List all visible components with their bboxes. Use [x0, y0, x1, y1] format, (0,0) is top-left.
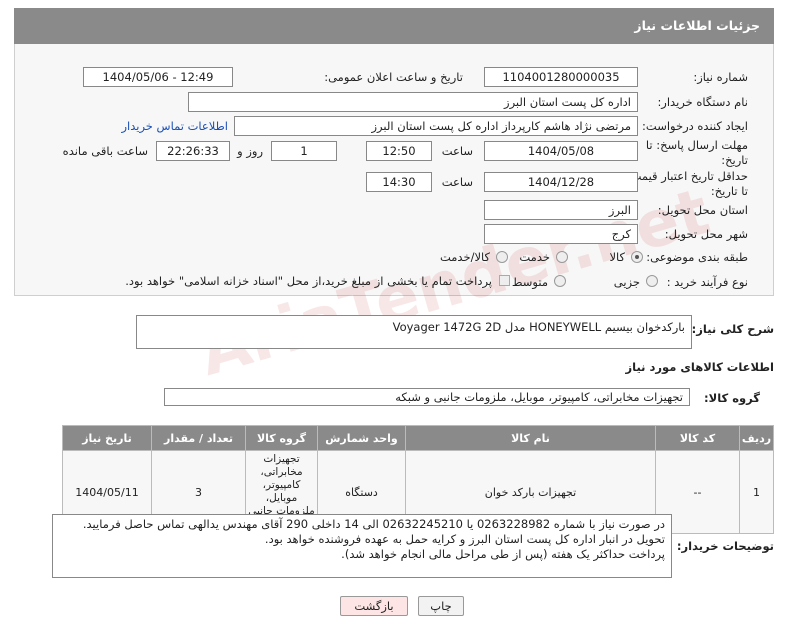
category-option-goods: کالا — [609, 250, 625, 264]
print-button[interactable]: چاپ — [418, 596, 464, 616]
purchase-type-label: نوع فرآیند خرید : — [666, 275, 748, 289]
col-unit: واحد شمارش — [317, 425, 406, 451]
purchase-option-medium: متوسط — [511, 275, 548, 289]
category-label: طبقه بندی موضوعی: — [646, 250, 748, 264]
buyer-org-label: نام دستگاه خریدار: — [657, 95, 748, 109]
col-code: کد کالا — [655, 425, 740, 451]
treasury-checkbox[interactable] — [499, 275, 510, 286]
buyer-notes-line: پرداخت حداکثر یک هفته (پس از طی مراحل ما… — [341, 547, 665, 561]
payment-note: پرداخت تمام یا بخشی از مبلغ خرید،از محل … — [125, 274, 492, 288]
col-name: نام کالا — [405, 425, 656, 451]
creator-label: ایجاد کننده درخواست: — [642, 119, 748, 133]
category-radio-service[interactable] — [556, 251, 568, 263]
city-field[interactable]: کرج — [484, 224, 638, 244]
reply-date-field[interactable]: 1404/05/08 — [484, 141, 638, 161]
need-number-field[interactable]: 1104001280000035 — [484, 67, 638, 87]
purchase-option-minor: جزیی — [613, 275, 640, 289]
reply-time-label: ساعت — [441, 144, 473, 158]
creator-field[interactable]: مرتضی نژاد هاشم کارپرداز اداره کل پست اس… — [234, 116, 638, 136]
buyer-notes-field[interactable]: در صورت نیاز با شماره 0263228982 یا 0263… — [52, 514, 672, 578]
col-qty: تعداد / مقدار — [151, 425, 246, 451]
days-field[interactable]: 1 — [271, 141, 337, 161]
purchase-radio-medium[interactable] — [554, 275, 566, 287]
back-button[interactable]: بازگشت — [340, 596, 408, 616]
price-deadline-label-2: تا تاریخ: — [710, 184, 748, 198]
need-number-label: شماره نیاز: — [693, 70, 748, 84]
goods-group-field[interactable]: تجهیزات مخابراتی، کامپیوتر، موبایل، ملزو… — [164, 388, 690, 406]
col-group: گروه کالا — [245, 425, 318, 451]
category-option-both: کالا/خدمت — [439, 250, 490, 264]
category-radio-goods[interactable] — [631, 251, 643, 263]
description-field[interactable]: بارکدخوان بیسیم HONEYWELL مدل Voyager 14… — [136, 315, 692, 349]
price-deadline-label: حداقل تاریخ اعتبار قیمت: — [626, 169, 748, 183]
goods-group-label: گروه کالا: — [704, 391, 760, 405]
buyer-contact-link[interactable]: اطلاعات تماس خریدار — [121, 119, 228, 133]
reply-time-field[interactable]: 12:50 — [366, 141, 432, 161]
province-label: استان محل تحویل: — [657, 203, 748, 217]
announce-label: تاریخ و ساعت اعلان عمومی: — [324, 70, 463, 84]
remaining-label: ساعت باقی مانده — [62, 144, 148, 158]
remaining-time-field[interactable]: 22:26:33 — [156, 141, 230, 161]
price-date-field[interactable]: 1404/12/28 — [484, 172, 638, 192]
description-label: شرح کلی نیاز: — [691, 322, 774, 336]
buyer-notes-line: تحویل در انبار اداره کل پست استان البرز … — [264, 532, 665, 546]
reply-deadline-label-2: تاریخ: — [721, 153, 748, 167]
purchase-radio-minor[interactable] — [646, 275, 658, 287]
price-time-field[interactable]: 14:30 — [366, 172, 432, 192]
buyer-notes-line: در صورت نیاز با شماره 0263228982 یا 0263… — [82, 517, 665, 531]
city-label: شهر محل تحویل: — [664, 227, 748, 241]
buyer-notes-label: توضیحات خریدار: — [676, 539, 774, 553]
goods-section-title: اطلاعات کالاهای مورد نیاز — [625, 360, 774, 374]
days-label: روز و — [237, 144, 263, 158]
province-field[interactable]: البرز — [484, 200, 638, 220]
announce-field[interactable]: 1404/05/06 - 12:49 — [83, 67, 233, 87]
category-option-service: خدمت — [519, 250, 550, 264]
price-time-label: ساعت — [441, 175, 473, 189]
panel-header: جزئیات اطلاعات نیاز — [14, 8, 774, 44]
category-radio-both[interactable] — [496, 251, 508, 263]
buyer-org-field[interactable]: اداره کل پست استان البرز — [188, 92, 638, 112]
col-date: تاریخ نیاز — [62, 425, 152, 451]
col-row: ردیف — [739, 425, 774, 451]
cell-row: 1 — [739, 450, 774, 534]
reply-deadline-label: مهلت ارسال پاسخ: تا — [645, 138, 748, 152]
